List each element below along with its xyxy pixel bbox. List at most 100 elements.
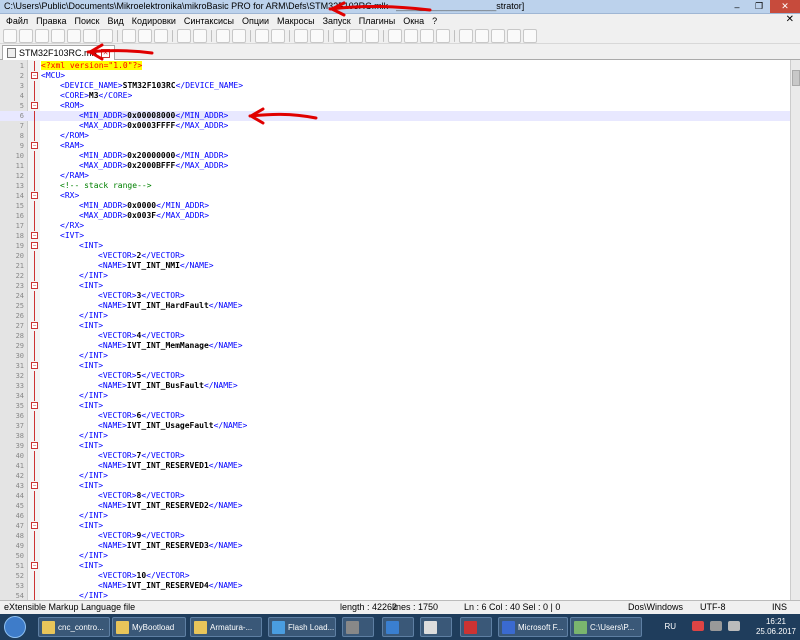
save-macro-icon[interactable] — [523, 28, 537, 43]
play-multi-icon[interactable] — [507, 28, 521, 43]
menu-item[interactable]: Макросы — [273, 16, 319, 26]
code-line[interactable]: 6 <MIN_ADDR>0x00008000</MIN_ADDR> — [0, 111, 790, 121]
network-icon[interactable] — [710, 621, 722, 631]
all-chars-icon[interactable] — [349, 28, 363, 43]
code-line[interactable]: 36 <VECTOR>6</VECTOR> — [0, 411, 790, 421]
save-icon[interactable] — [35, 28, 49, 43]
find-icon[interactable] — [216, 28, 230, 43]
undo-icon[interactable] — [177, 28, 191, 43]
code-line[interactable]: 35− <INT> — [0, 401, 790, 411]
code-line[interactable]: 43− <INT> — [0, 481, 790, 491]
menu-item[interactable]: Правка — [32, 16, 70, 26]
replace-icon[interactable] — [232, 28, 246, 43]
code-line[interactable]: 22 </INT> — [0, 271, 790, 281]
code-line[interactable]: 19− <INT> — [0, 241, 790, 251]
code-line[interactable]: 20 <VECTOR>2</VECTOR> — [0, 251, 790, 261]
code-line[interactable]: 21 <NAME>IVT_INT_NMI</NAME> — [0, 261, 790, 271]
code-line[interactable]: 9− <RAM> — [0, 141, 790, 151]
menu-item[interactable]: Кодировки — [128, 16, 180, 26]
close-icon[interactable] — [67, 28, 81, 43]
code-line[interactable]: 33 <NAME>IVT_INT_BusFault</NAME> — [0, 381, 790, 391]
menu-item[interactable]: Файл — [2, 16, 32, 26]
fold-toggle-icon[interactable]: − — [31, 482, 38, 489]
code-line[interactable]: 27− <INT> — [0, 321, 790, 331]
close-document-icon[interactable]: ✕ — [786, 14, 794, 25]
play-icon[interactable] — [491, 28, 505, 43]
code-line[interactable]: 18− <IVT> — [0, 231, 790, 241]
fold-toggle-icon[interactable]: − — [31, 282, 38, 289]
tray-icon[interactable] — [692, 621, 704, 631]
code-line[interactable]: 5− <ROM> — [0, 101, 790, 111]
code-line[interactable]: 42 </INT> — [0, 471, 790, 481]
code-line[interactable]: 8 </ROM> — [0, 131, 790, 141]
code-line[interactable]: 34 </INT> — [0, 391, 790, 401]
code-line[interactable]: 12 </RAM> — [0, 171, 790, 181]
func-list-icon[interactable] — [404, 28, 418, 43]
code-line[interactable]: 47− <INT> — [0, 521, 790, 531]
menu-item[interactable]: Поиск — [71, 16, 104, 26]
code-line[interactable]: 50 </INT> — [0, 551, 790, 561]
folder-icon[interactable] — [420, 28, 434, 43]
print-icon[interactable] — [99, 28, 113, 43]
code-line[interactable]: 37 <NAME>IVT_INT_UsageFault</NAME> — [0, 421, 790, 431]
save-all-icon[interactable] — [51, 28, 65, 43]
volume-icon[interactable] — [728, 621, 740, 631]
clock[interactable]: 16:21 25.06.2017 — [756, 617, 796, 637]
code-line[interactable]: 48 <VECTOR>9</VECTOR> — [0, 531, 790, 541]
fold-toggle-icon[interactable]: − — [31, 72, 38, 79]
code-line[interactable]: 17 </RX> — [0, 221, 790, 231]
tab-close-icon[interactable]: ✕ — [101, 48, 111, 58]
open-file-icon[interactable] — [19, 28, 33, 43]
zoom-in-icon[interactable] — [255, 28, 269, 43]
menu-item[interactable]: Запуск — [319, 16, 355, 26]
code-line[interactable]: 2− <MCU> — [0, 71, 790, 81]
fold-toggle-icon[interactable]: − — [31, 562, 38, 569]
quick-launch-app-icon[interactable] — [460, 617, 492, 637]
code-line[interactable]: 30 </INT> — [0, 351, 790, 361]
code-line[interactable]: 3 <DEVICE_NAME>STM32F103RC</DEVICE_NAME> — [0, 81, 790, 91]
close-all-icon[interactable] — [83, 28, 97, 43]
code-line[interactable]: 4 <CORE>M3</CORE> — [0, 91, 790, 101]
zoom-out-icon[interactable] — [271, 28, 285, 43]
fold-toggle-icon[interactable]: − — [31, 402, 38, 409]
tab-stm32f103rc[interactable]: STM32F103RC.mlk ✕ — [2, 45, 116, 60]
menu-item[interactable]: ? — [428, 16, 441, 26]
menu-item[interactable]: Окна — [399, 16, 428, 26]
monitor-icon[interactable] — [436, 28, 450, 43]
fold-toggle-icon[interactable]: − — [31, 192, 38, 199]
code-line[interactable]: 54 </INT> — [0, 591, 790, 600]
menu-item[interactable]: Синтаксисы — [180, 16, 238, 26]
code-line[interactable]: 31− <INT> — [0, 361, 790, 371]
code-line[interactable]: 49 <NAME>IVT_INT_RESERVED3</NAME> — [0, 541, 790, 551]
quick-launch-app-icon[interactable] — [382, 617, 414, 637]
code-line[interactable]: 13 <!-- stack range--> — [0, 181, 790, 191]
fold-toggle-icon[interactable]: − — [31, 142, 38, 149]
code-line[interactable]: 44 <VECTOR>8</VECTOR> — [0, 491, 790, 501]
code-line[interactable]: 14− <RX> — [0, 191, 790, 201]
fold-toggle-icon[interactable]: − — [31, 522, 38, 529]
fold-toggle-icon[interactable]: − — [31, 102, 38, 109]
wrap-icon[interactable] — [333, 28, 347, 43]
code-line[interactable]: 23− <INT> — [0, 281, 790, 291]
code-line[interactable]: 32 <VECTOR>5</VECTOR> — [0, 371, 790, 381]
code-line[interactable]: 11 <MAX_ADDR>0x2000BFFF</MAX_ADDR> — [0, 161, 790, 171]
code-line[interactable]: 24 <VECTOR>3</VECTOR> — [0, 291, 790, 301]
code-line[interactable]: 16 <MAX_ADDR>0x003F</MAX_ADDR> — [0, 211, 790, 221]
taskbar-item[interactable]: cnc_contro... — [38, 617, 110, 637]
code-line[interactable]: 46 </INT> — [0, 511, 790, 521]
code-line[interactable]: 52 <VECTOR>10</VECTOR> — [0, 571, 790, 581]
start-button[interactable] — [4, 616, 26, 638]
code-line[interactable]: 25 <NAME>IVT_INT_HardFault</NAME> — [0, 301, 790, 311]
taskbar-item[interactable]: Flash Load... — [268, 617, 336, 637]
taskbar-item[interactable]: C:\Users\P... — [570, 617, 642, 637]
cut-icon[interactable] — [122, 28, 136, 43]
code-editor[interactable]: 1 <?xml version="1.0"?> 2− <MCU> 3 <DEVICE_NA… — [0, 60, 800, 600]
sync-v-icon[interactable] — [294, 28, 308, 43]
code-line[interactable]: 40 <VECTOR>7</VECTOR> — [0, 451, 790, 461]
menu-item[interactable]: Плагины — [355, 16, 399, 26]
vertical-scrollbar[interactable] — [790, 60, 800, 600]
code-line[interactable]: 28 <VECTOR>4</VECTOR> — [0, 331, 790, 341]
code-line[interactable]: 41 <NAME>IVT_INT_RESERVED1</NAME> — [0, 461, 790, 471]
scrollbar-thumb[interactable] — [792, 70, 800, 86]
stop-icon[interactable] — [475, 28, 489, 43]
